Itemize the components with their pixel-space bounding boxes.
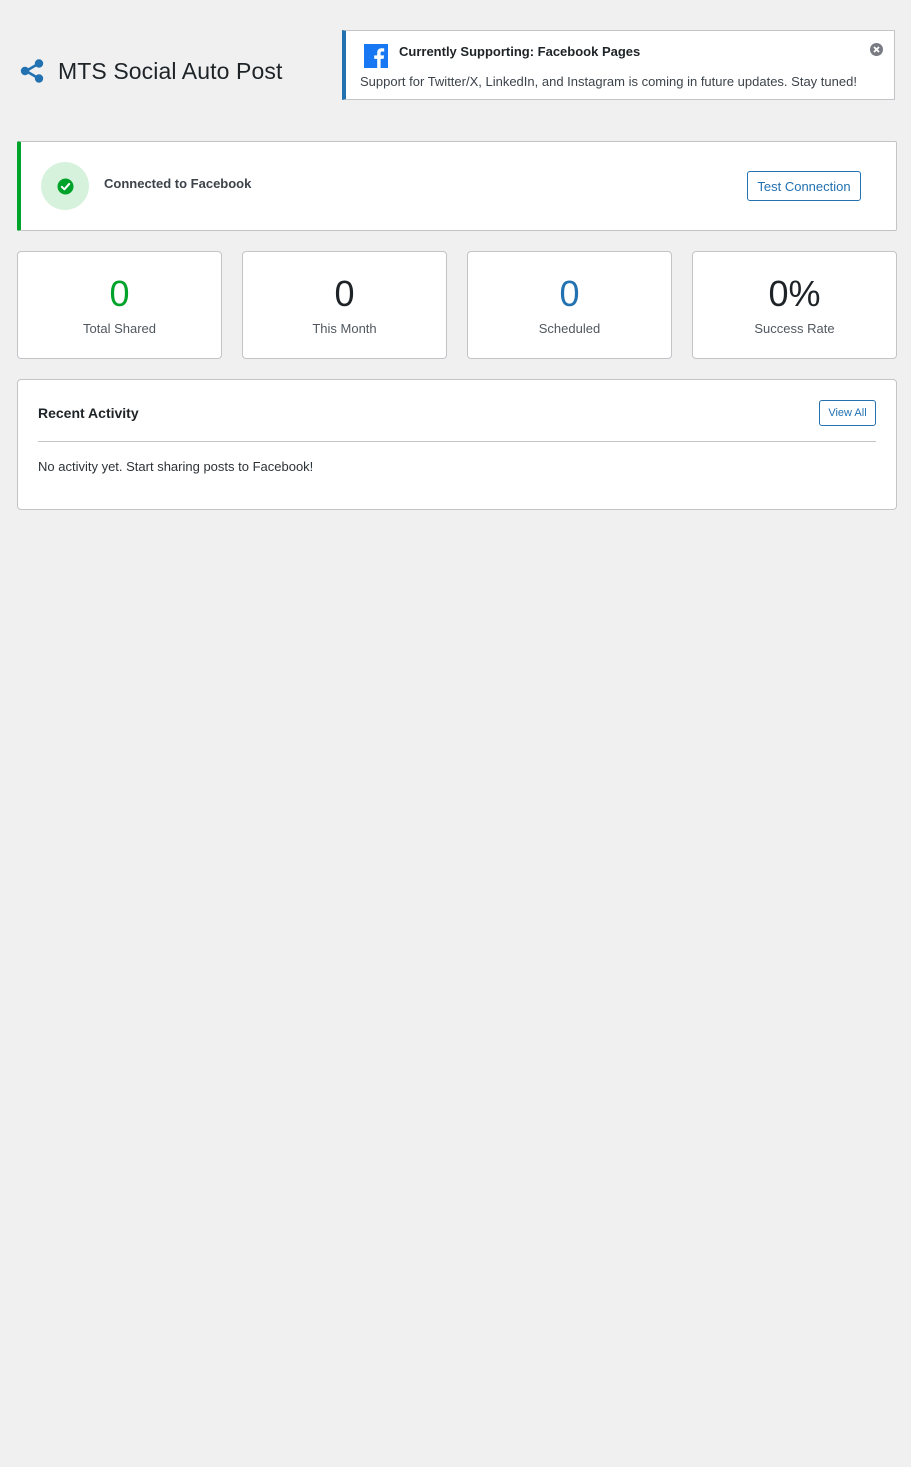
page-title: MTS Social Auto Post <box>58 57 283 84</box>
divider <box>38 441 876 442</box>
recent-activity-card: Recent Activity View All No activity yet… <box>17 379 897 510</box>
notice-title: Currently Supporting: Facebook Pages <box>399 44 641 59</box>
stat-label: Total Shared <box>83 321 156 336</box>
connection-status-card: Connected to Facebook Test Connection <box>17 141 897 231</box>
stat-label: Scheduled <box>538 321 601 336</box>
share-icon <box>18 57 46 85</box>
stat-label: Success Rate <box>754 321 835 336</box>
supporting-notice: Currently Supporting: Facebook Pages Sup… <box>342 30 895 100</box>
stat-label: This Month <box>312 321 377 336</box>
test-connection-button[interactable]: Test Connection <box>747 171 861 201</box>
stat-card-total-shared: 0 Total Shared <box>17 251 222 359</box>
connection-status-text: Connected to Facebook <box>104 176 252 191</box>
stat-value: 0% <box>768 273 821 314</box>
facebook-icon <box>364 44 388 68</box>
stat-card-scheduled: 0 Scheduled <box>467 251 672 359</box>
recent-activity-title: Recent Activity <box>38 405 139 421</box>
stat-value: 0 <box>559 273 580 314</box>
dismiss-icon[interactable] <box>869 42 884 57</box>
empty-activity-message: No activity yet. Start sharing posts to … <box>38 459 314 474</box>
stat-card-this-month: 0 This Month <box>242 251 447 359</box>
status-indicator <box>41 162 89 210</box>
page-header: MTS Social Auto Post <box>18 54 282 88</box>
view-all-button[interactable]: View All <box>819 400 876 426</box>
stat-value: 0 <box>334 273 355 314</box>
stat-value: 0 <box>109 273 130 314</box>
stat-card-success-rate: 0% Success Rate <box>692 251 897 359</box>
check-circle-icon <box>57 178 74 195</box>
notice-text: Support for Twitter/X, LinkedIn, and Ins… <box>360 74 857 89</box>
